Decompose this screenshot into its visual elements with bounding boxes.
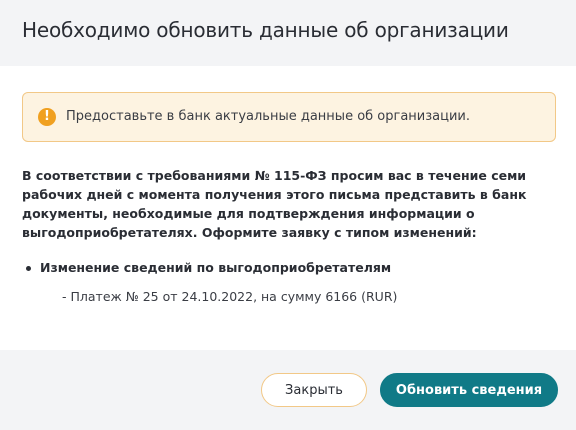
update-organization-dialog: Необходимо обновить данные об организаци… <box>0 0 576 430</box>
bullet-icon <box>26 266 31 271</box>
payment-detail: - Платеж № 25 от 24.10.2022, на сумму 61… <box>62 289 398 304</box>
warning-alert: ! Предоставьте в банк актуальные данные … <box>22 92 556 142</box>
request-paragraph: В соответствии с требованиями № 115-ФЗ п… <box>22 168 527 240</box>
list-item: Изменение сведений по выгодоприобретател… <box>22 259 391 277</box>
update-info-button[interactable]: Обновить сведения <box>380 373 558 407</box>
warning-icon: ! <box>38 108 56 126</box>
change-type-label: Изменение сведений по выгодоприобретател… <box>40 260 392 275</box>
dialog-title: Необходимо обновить данные об организаци… <box>22 18 509 42</box>
dialog-header: Необходимо обновить данные об организаци… <box>0 0 576 66</box>
close-button[interactable]: Закрыть <box>261 373 367 407</box>
alert-message: Предоставьте в банк актуальные данные об… <box>66 109 471 124</box>
dialog-body: ! Предоставьте в банк актуальные данные … <box>0 66 576 350</box>
change-type-list: Изменение сведений по выгодоприобретател… <box>22 259 391 277</box>
dialog-footer: Закрыть Обновить сведения <box>0 350 576 430</box>
